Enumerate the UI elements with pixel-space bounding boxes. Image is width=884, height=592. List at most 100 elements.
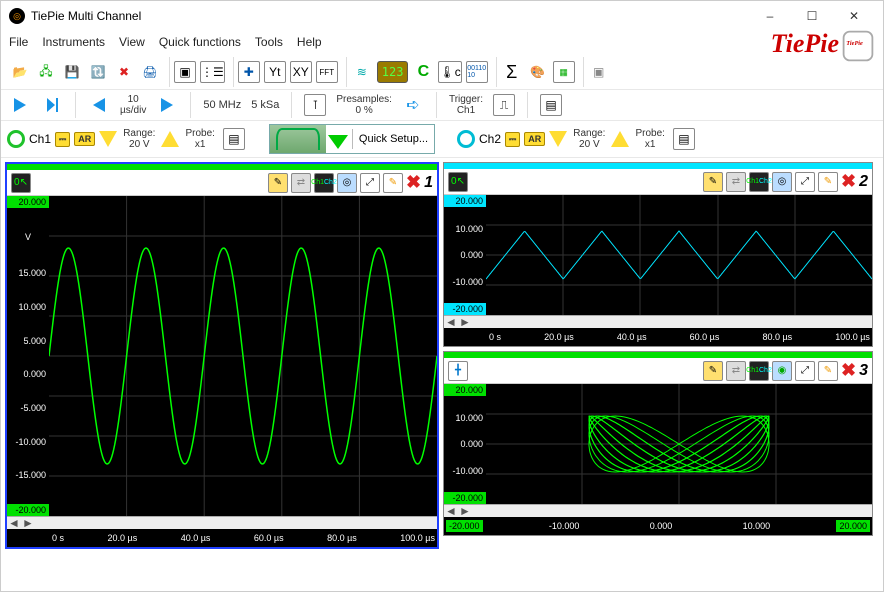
color-wheel-icon[interactable]: 🎨 (527, 61, 549, 83)
ch2-coupling-badge[interactable]: ⎓ (505, 132, 520, 147)
graph-2-hscroll[interactable]: ◄► (444, 315, 872, 328)
graph-3-plot[interactable] (486, 384, 872, 504)
menu-help[interactable]: Help (297, 35, 322, 49)
graph-1-expand-icon[interactable]: ⤢ (360, 173, 380, 193)
graph-1-toolbar: 0↖ ✎ ⇄ Ch1Ch2 ◎ ⤢ ✎ ✖ 1 (7, 170, 437, 196)
ch2-enable-icon[interactable] (457, 130, 475, 148)
binary-icon[interactable]: 0011010 (466, 61, 488, 83)
timebase-value[interactable]: 10 µs/div (118, 94, 148, 117)
presamples-value[interactable]: Presamples: 0 % (334, 94, 394, 117)
graph-1-close-icon[interactable]: ✖ (406, 172, 421, 193)
open-icon[interactable]: 📂 (9, 61, 31, 83)
channel-1-controls: Ch1 ⎓ AR Range:20 V Probe:x1 ▤ (7, 128, 247, 151)
samplerate-label[interactable]: 50 MHz (201, 99, 243, 112)
graph-3[interactable]: ╋ ✎ ⇄ Ch1Ch2 ◉ ⤢ ✎ ✖ 3 20.000 10.000 0.0… (443, 351, 873, 536)
ch1-range-label: Range: (123, 128, 155, 140)
recordlength-label[interactable]: 5 kSa (249, 99, 281, 112)
layout-config-icon[interactable]: ▣ (174, 61, 196, 83)
graph-2-xaxis: 0 s20.0 µs40.0 µs60.0 µs80.0 µs100.0 µs (444, 328, 872, 346)
graph-3-link-icon[interactable]: ⇄ (726, 361, 746, 381)
print-icon[interactable]: 🖨 (139, 61, 161, 83)
fft-mode-icon[interactable]: FFT (316, 61, 338, 83)
ch2-range-down-icon[interactable] (549, 131, 567, 147)
ch1-range-up-icon[interactable] (161, 131, 179, 147)
xy-mode-icon[interactable]: XY (290, 61, 312, 83)
ch2-probe-value[interactable]: x1 (645, 139, 656, 151)
close-button[interactable]: ✕ (833, 2, 875, 30)
ch2-settings-icon[interactable]: ▤ (673, 128, 695, 150)
cursor-icon[interactable]: ✚ (238, 61, 260, 83)
graph-3-edit-icon[interactable]: ✎ (818, 361, 838, 381)
graph-1[interactable]: 0↖ ✎ ⇄ Ch1Ch2 ◎ ⤢ ✎ ✖ 1 20.000 V 15.000 … (5, 162, 439, 549)
menu-instruments[interactable]: Instruments (42, 35, 105, 49)
graph-2-close-icon[interactable]: ✖ (841, 171, 856, 192)
graph-1-autofit-icon[interactable]: ◎ (337, 173, 357, 193)
graph-2-legend-icon[interactable]: Ch1Ch2 (749, 172, 769, 192)
ch2-range-value[interactable]: 20 V (579, 139, 600, 151)
graph-1-origin-icon[interactable]: 0↖ (11, 173, 31, 193)
graph-1-plot[interactable] (49, 196, 437, 516)
graph-1-edit-icon[interactable]: ✎ (383, 173, 403, 193)
yt-mode-icon[interactable]: Yt (264, 61, 286, 83)
graph-3-note-icon[interactable]: ✎ (703, 361, 723, 381)
object-tree-icon[interactable]: ⋮☰ (200, 61, 225, 83)
graph-3-close-icon[interactable]: ✖ (841, 360, 856, 381)
graph-3-hscroll[interactable]: ◄► (444, 504, 872, 517)
delete-icon[interactable]: ✖ (113, 61, 135, 83)
graph-3-xaxis: -20.000-10.0000.00010.00020.000 (444, 517, 872, 535)
graph-3-autofit-icon[interactable]: ◉ (772, 361, 792, 381)
save-icon[interactable]: 💾 (61, 61, 83, 83)
presamples-icon[interactable]: ⊺ (304, 94, 326, 116)
graph-1-hscroll[interactable]: ◄► (7, 516, 437, 529)
menu-tools[interactable]: Tools (255, 35, 283, 49)
ch2-range-up-icon[interactable] (611, 131, 629, 147)
graph-2[interactable]: 0↖ ✎ ⇄ Ch1Ch2 ◎ ⤢ ✎ ✖ 2 20.000 10.000 0.… (443, 162, 873, 347)
toolbar-main: 📂 🖧 💾 🔃 ✖ 🖨 ▣ ⋮☰ ✚ Yt XY FFT ≋ 123 C 🌡c … (1, 55, 883, 90)
graph-1-link-icon[interactable]: ⇄ (291, 173, 311, 193)
presamples-arrow-icon[interactable]: ➪ (402, 94, 424, 116)
menu-file[interactable]: File (9, 35, 28, 49)
ch2-autorange-badge[interactable]: AR (524, 132, 545, 146)
graph-2-autofit-icon[interactable]: ◎ (772, 172, 792, 192)
ch1-range-value[interactable]: 20 V (129, 139, 150, 151)
menu-view[interactable]: View (119, 35, 145, 49)
maximize-button[interactable]: ☐ (791, 2, 833, 30)
graph-3-legend-icon[interactable]: Ch1Ch2 (749, 361, 769, 381)
ch1-coupling-badge[interactable]: ⎓ (55, 132, 70, 147)
timebase-slower-icon[interactable] (88, 94, 110, 116)
graph-1-xaxis: 0 s20.0 µs40.0 µs60.0 µs80.0 µs100.0 µs (7, 529, 437, 547)
trigger-edge-icon[interactable]: ⎍ (493, 94, 515, 116)
gauge-icon[interactable]: C (412, 61, 434, 83)
filter-icon[interactable]: ≋ (351, 61, 373, 83)
ch1-enable-icon[interactable] (7, 130, 25, 148)
timebase-faster-icon[interactable] (156, 94, 178, 116)
graph-2-origin-icon[interactable]: 0↖ (448, 172, 468, 192)
display-icon[interactable]: 123 (377, 61, 409, 83)
play-icon[interactable] (9, 94, 31, 116)
quick-setup-button[interactable]: Quick Setup... (269, 124, 435, 154)
graph-1-note-icon[interactable]: ✎ (268, 173, 288, 193)
ch1-range-down-icon[interactable] (99, 131, 117, 147)
graph-3-xyaxes-icon[interactable]: ╋ (448, 361, 468, 381)
ch1-autorange-badge[interactable]: AR (74, 132, 95, 146)
graph-3-expand-icon[interactable]: ⤢ (795, 361, 815, 381)
minimize-button[interactable]: ‒ (749, 2, 791, 30)
graph-1-legend-icon[interactable]: Ch1Ch2 (314, 173, 334, 193)
ch1-settings-icon[interactable]: ▤ (223, 128, 245, 150)
graph-2-note-icon[interactable]: ✎ (703, 172, 723, 192)
chip-icon[interactable]: ▣ (588, 61, 610, 83)
graph-2-plot[interactable] (486, 195, 872, 315)
graph-2-edit-icon[interactable]: ✎ (818, 172, 838, 192)
sum-icon[interactable]: Σ (501, 61, 523, 83)
temperature-icon[interactable]: 🌡c (438, 61, 461, 83)
trigger-source[interactable]: Trigger: Ch1 (447, 94, 485, 117)
menu-quick-functions[interactable]: Quick functions (159, 35, 241, 49)
ch1-probe-value[interactable]: x1 (195, 139, 206, 151)
graph-2-expand-icon[interactable]: ⤢ (795, 172, 815, 192)
open-instrument-icon[interactable]: 🖧 (35, 61, 57, 83)
graph-2-link-icon[interactable]: ⇄ (726, 172, 746, 192)
play-once-icon[interactable] (41, 94, 63, 116)
refresh-icon[interactable]: 🔃 (87, 61, 109, 83)
trigger-settings-icon[interactable]: ▤ (540, 94, 562, 116)
meter-grid-icon[interactable]: ▦ (553, 61, 575, 83)
